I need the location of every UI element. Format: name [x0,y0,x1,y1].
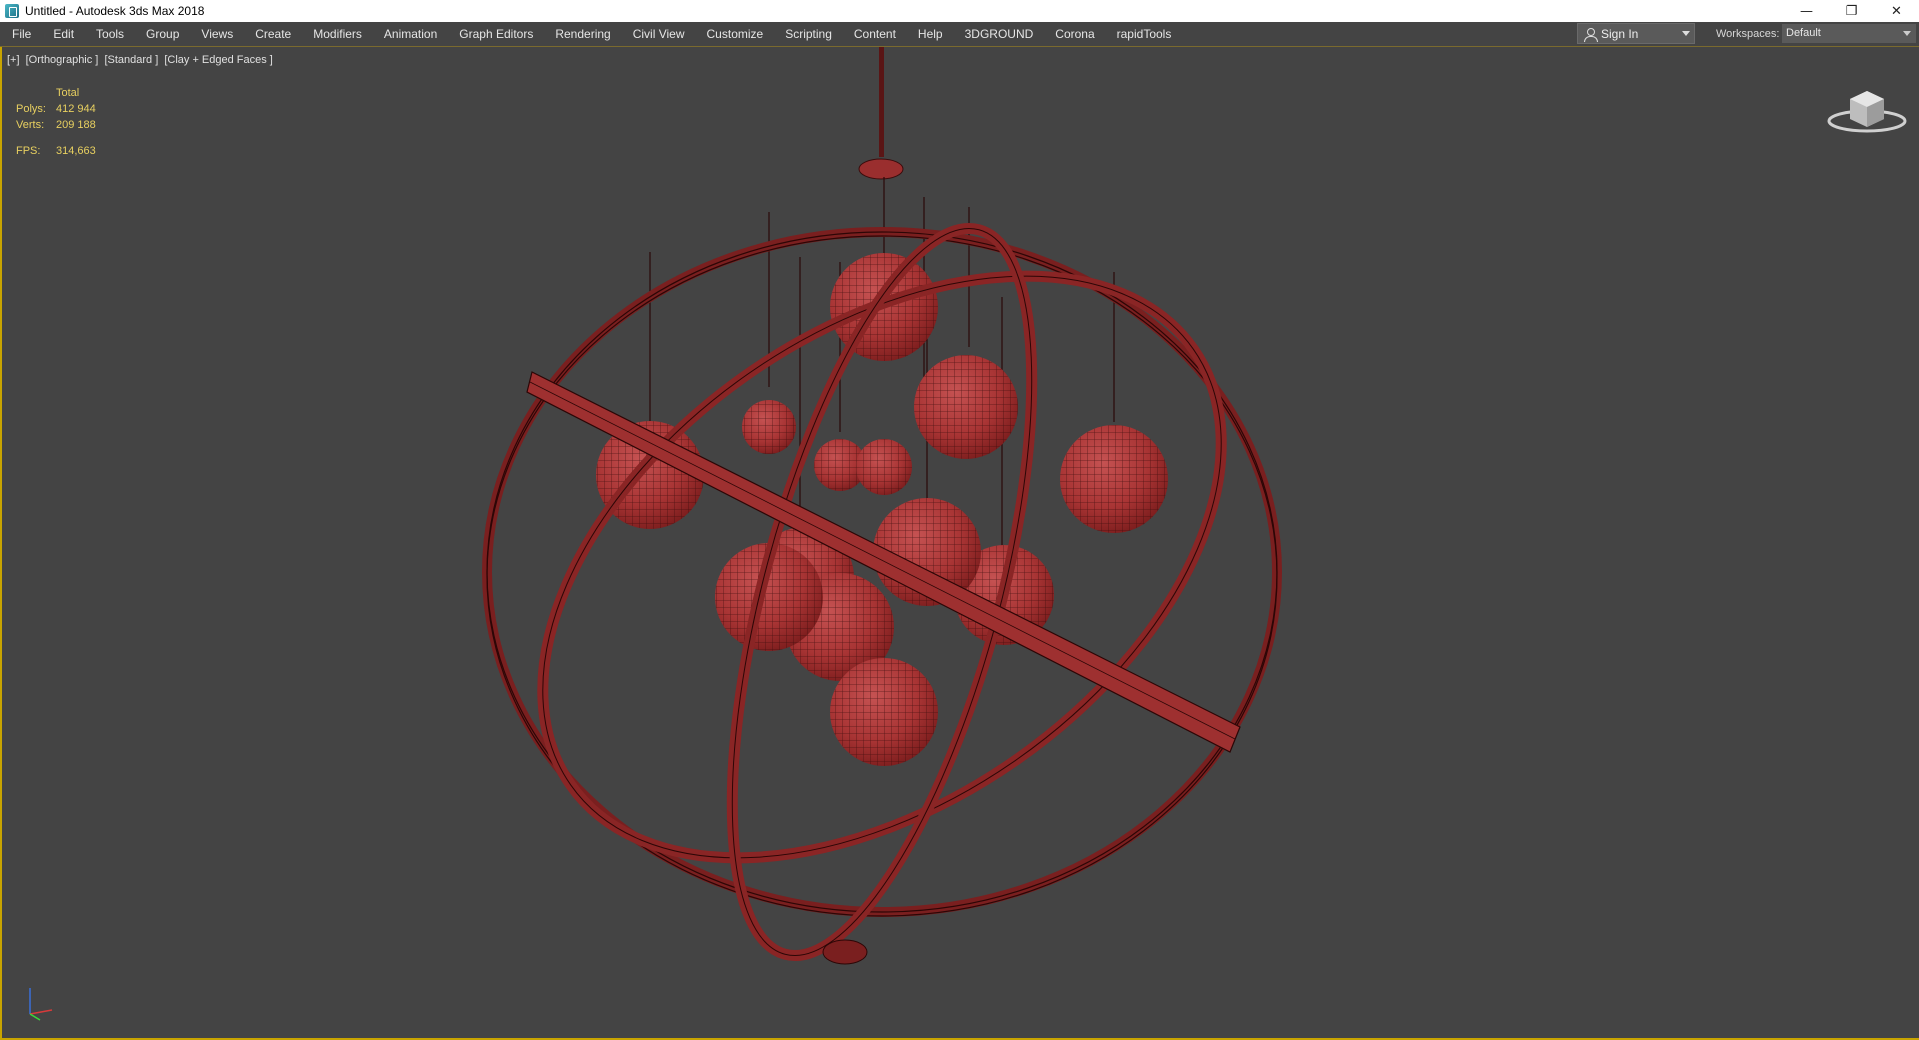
menu-graph-editors[interactable]: Graph Editors [448,22,544,46]
viewcube-icon[interactable] [1826,77,1908,137]
menu-edit[interactable]: Edit [42,22,85,46]
sphere [856,439,912,495]
sphere [742,400,796,454]
perspective-viewport[interactable]: [+] [Orthographic ] [Standard ] [Clay + … [0,47,1919,1040]
user-icon [1583,27,1598,42]
menu-corona[interactable]: Corona [1044,22,1105,46]
menu-bar: File Edit Tools Group Views Create Modif… [0,22,1919,47]
workspaces-label: Workspaces: [1716,28,1780,40]
menu-views[interactable]: Views [190,22,244,46]
sign-in-label: Sign In [1601,26,1639,41]
bottom-finial [822,939,868,965]
menu-scripting[interactable]: Scripting [774,22,843,46]
sphere [914,355,1018,459]
close-button[interactable]: ✕ [1874,0,1919,22]
chevron-down-icon [1903,31,1911,36]
title-bar: Untitled - Autodesk 3ds Max 2018 — ❐ ✕ [0,0,1919,22]
window-title: Untitled - Autodesk 3ds Max 2018 [25,4,205,18]
sign-in-dropdown[interactable]: Sign In [1577,23,1695,44]
menu-help[interactable]: Help [907,22,954,46]
menu-rapidtools[interactable]: rapidTools [1106,22,1183,46]
restore-button[interactable]: ❐ [1829,0,1874,22]
window-controls: — ❐ ✕ [1784,0,1919,22]
workspace-value: Default [1786,27,1821,39]
sphere [1060,425,1168,533]
pendant-spheres [596,253,1168,766]
menu-3dground[interactable]: 3DGROUND [954,22,1045,46]
axis-tripod-icon [29,988,53,1021]
ceiling-canopy [858,158,904,180]
workspaces-select[interactable]: Default [1782,24,1916,43]
menu-tools[interactable]: Tools [85,22,135,46]
menu-civil-view[interactable]: Civil View [622,22,696,46]
menu-rendering[interactable]: Rendering [544,22,621,46]
app-window: Untitled - Autodesk 3ds Max 2018 — ❐ ✕ F… [0,0,1919,1040]
sphere [830,658,938,766]
ceiling-rod [879,47,884,157]
menu-file[interactable]: File [0,22,42,46]
chevron-down-icon [1682,31,1690,36]
menu-modifiers[interactable]: Modifiers [302,22,373,46]
menu-group[interactable]: Group [135,22,190,46]
menu-create[interactable]: Create [244,22,302,46]
chandelier-3d-model[interactable] [2,47,1919,1038]
minimize-button[interactable]: — [1784,0,1829,22]
3dsmax-app-icon [5,4,19,18]
menu-content[interactable]: Content [843,22,907,46]
menu-customize[interactable]: Customize [696,22,775,46]
menu-animation[interactable]: Animation [373,22,448,46]
